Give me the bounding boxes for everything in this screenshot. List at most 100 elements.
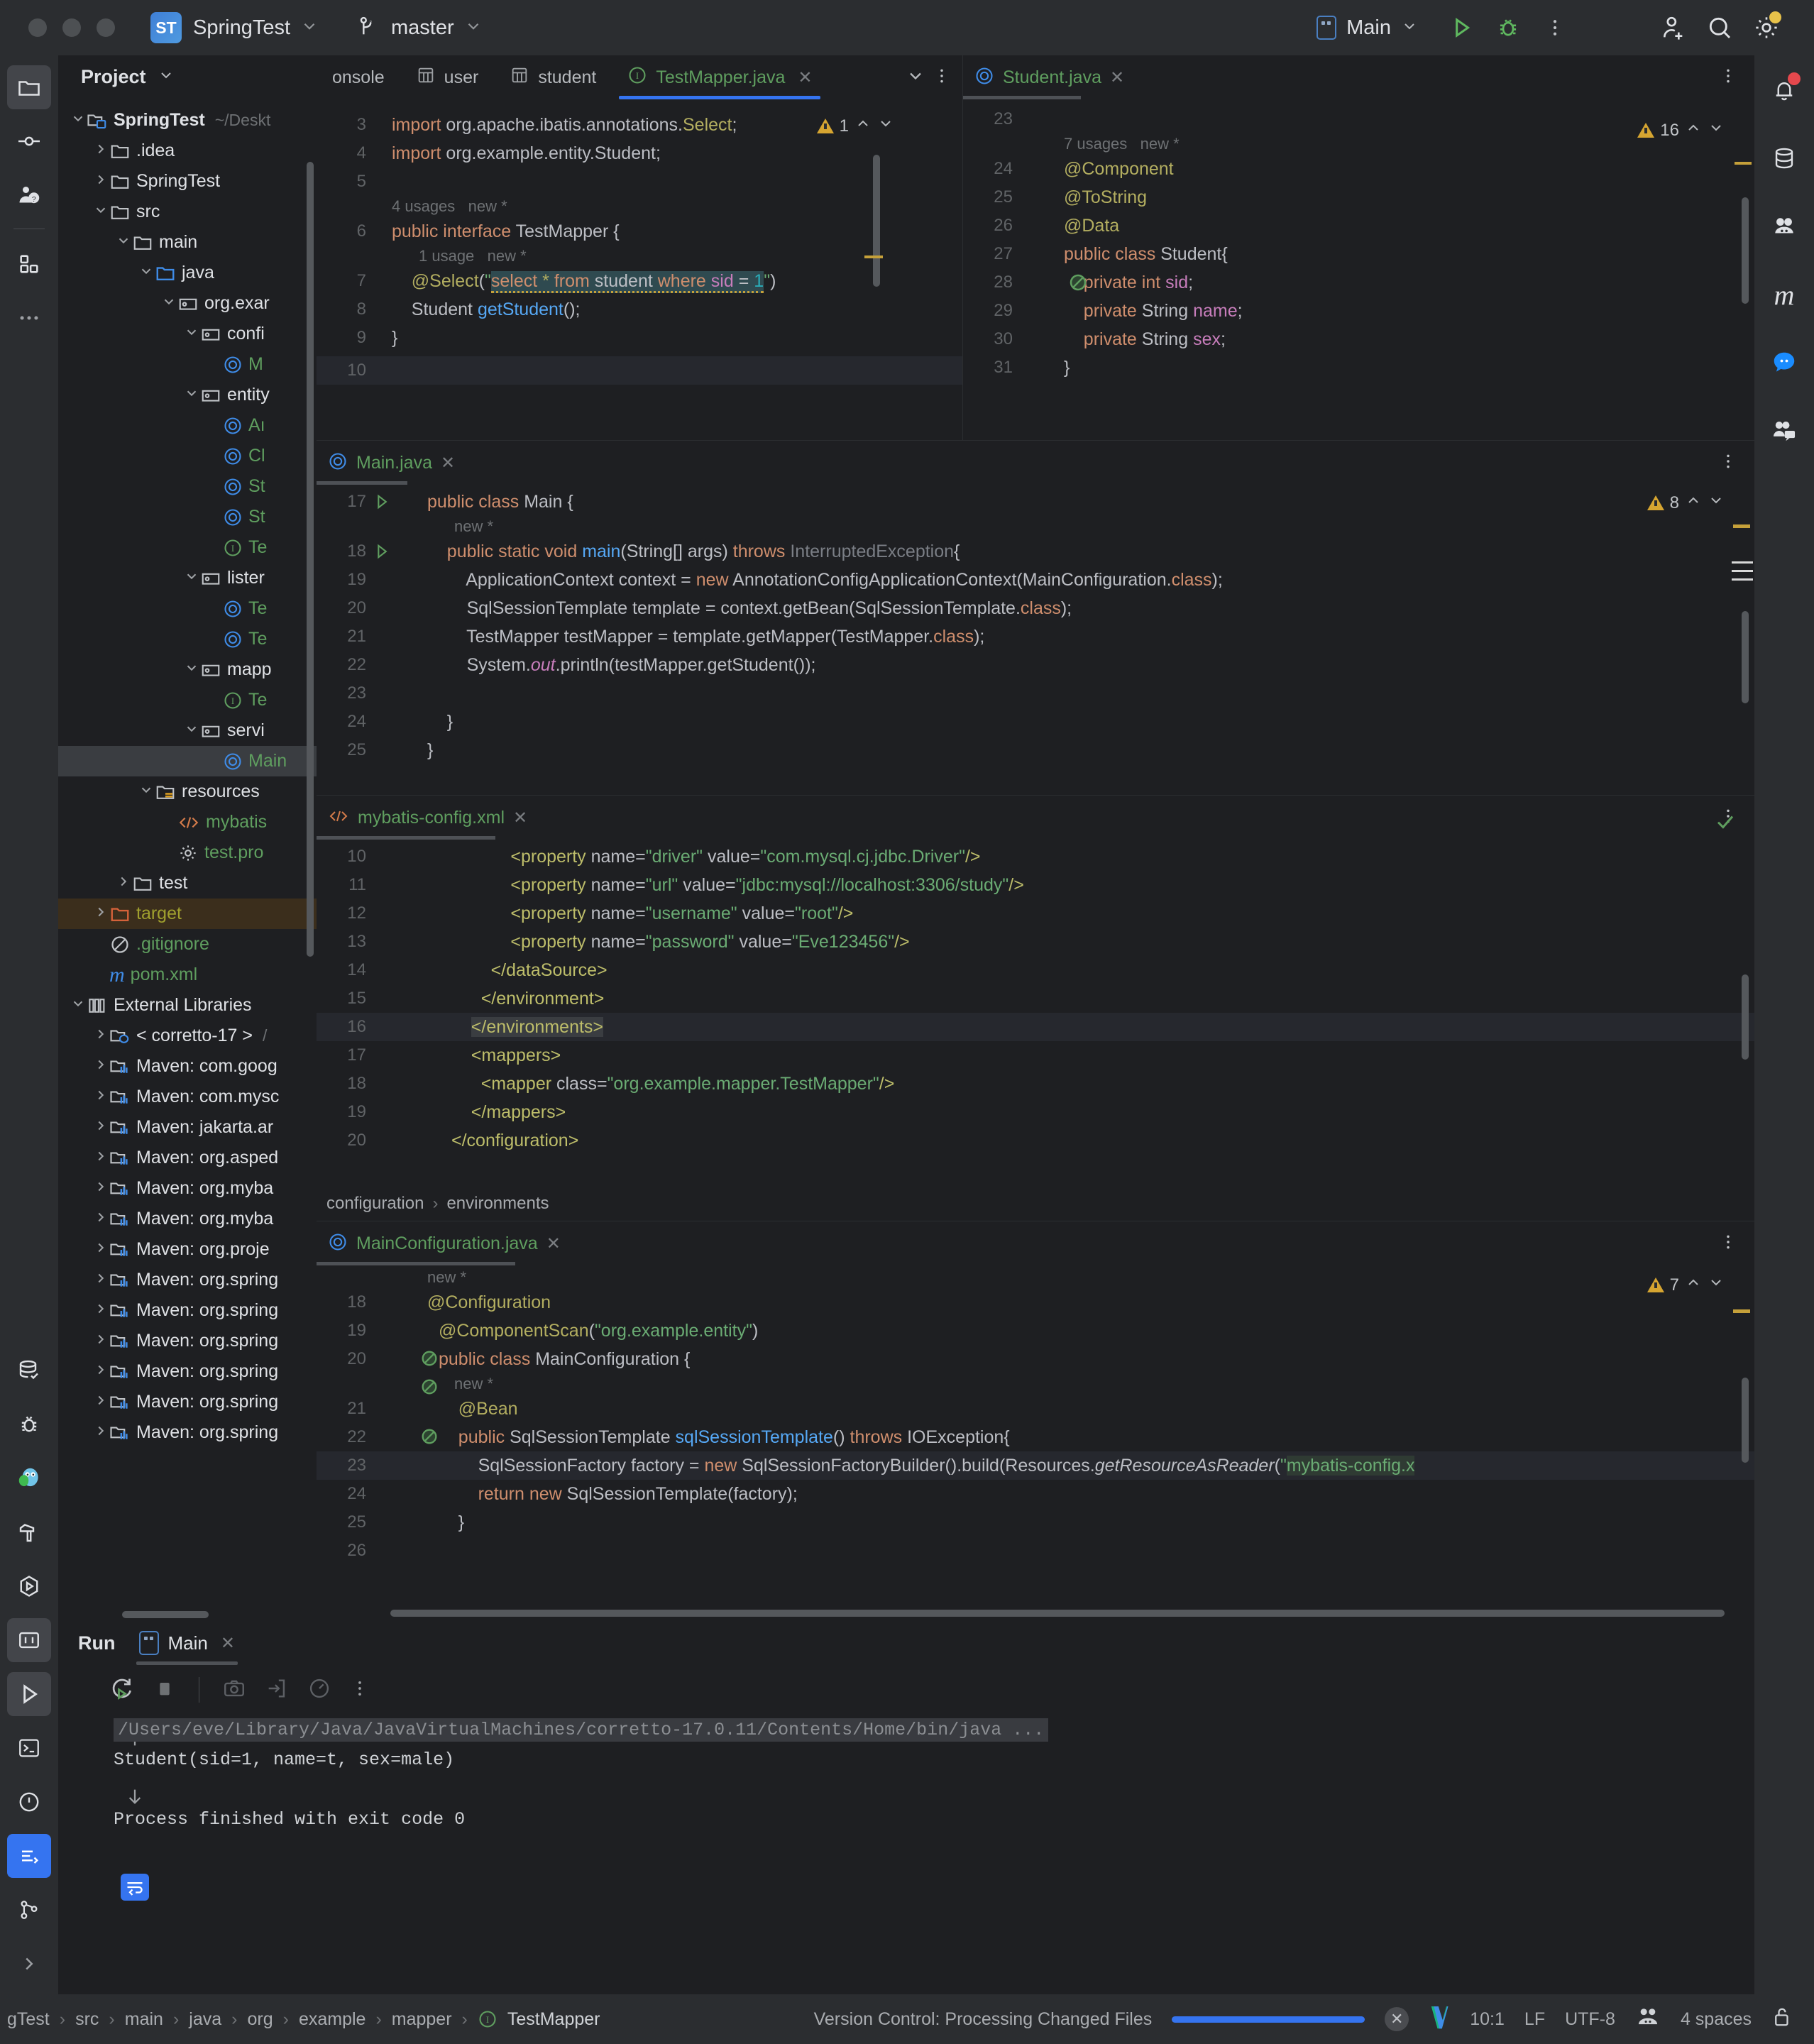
breadcrumb-item[interactable]: mapper xyxy=(392,2009,452,2030)
close-icon[interactable]: ✕ xyxy=(441,453,455,473)
breadcrumb-item[interactable]: java xyxy=(189,2009,221,2030)
tab-console[interactable]: onsole xyxy=(317,55,400,99)
next-problem-icon[interactable] xyxy=(1708,1274,1725,1296)
database-icon[interactable] xyxy=(1762,136,1806,180)
tree-item-target[interactable]: target xyxy=(58,899,317,929)
tree-item-mapp[interactable]: mapp xyxy=(58,654,317,685)
project-tree-scrollbar[interactable] xyxy=(307,162,314,957)
prev-problem-icon[interactable] xyxy=(1685,492,1702,514)
tab-user[interactable]: user xyxy=(400,55,495,99)
run-configuration-selector[interactable]: Main xyxy=(1316,16,1418,40)
chevron-down-icon[interactable] xyxy=(70,111,87,131)
run-gutter-icon[interactable] xyxy=(372,492,392,520)
next-problem-icon[interactable] xyxy=(1708,119,1725,141)
go-plugin-icon[interactable] xyxy=(7,1456,51,1500)
maximize-window-button[interactable] xyxy=(97,18,115,37)
tab-testmapper-java[interactable]: I TestMapper.java ✕ xyxy=(612,55,828,99)
settings-button[interactable] xyxy=(1743,4,1790,51)
encoding-label[interactable]: UTF-8 xyxy=(1565,2009,1615,2030)
tree-item-m[interactable]: M xyxy=(58,349,317,380)
chevron-down-icon[interactable] xyxy=(183,385,200,405)
tree-item-servi[interactable]: servi xyxy=(58,715,317,746)
tree-item-main[interactable]: main xyxy=(58,227,317,258)
next-problem-icon[interactable] xyxy=(877,115,894,137)
usages-hint[interactable]: new * xyxy=(317,516,1754,537)
editor-vscrollbar[interactable] xyxy=(1742,197,1749,304)
tree-item-cl[interactable]: Cl xyxy=(58,441,317,471)
chevron-right-icon[interactable] xyxy=(92,1118,109,1138)
editor-hscrollbar[interactable] xyxy=(390,1610,1725,1617)
tree-item-java[interactable]: java xyxy=(58,258,317,288)
console-output[interactable]: /Users/eve/Library/Java/JavaVirtualMachi… xyxy=(114,1715,1754,1994)
tab-label[interactable]: Main.java xyxy=(356,453,432,473)
chevron-down-icon[interactable] xyxy=(906,66,925,89)
tree-item-maven-org-myba[interactable]: Maven: org.myba xyxy=(58,1204,317,1234)
project-tree[interactable]: SpringTest ~/Deskt .idea SpringTest src main j… xyxy=(58,105,317,1448)
chevron-down-icon[interactable] xyxy=(1401,18,1418,38)
close-icon[interactable]: ✕ xyxy=(546,1233,561,1254)
editor-vscrollbar[interactable] xyxy=(873,155,880,287)
tree-item-maven-org-spring[interactable]: Maven: org.spring xyxy=(58,1326,317,1356)
tree-item-mybatis[interactable]: mybatis xyxy=(58,807,317,837)
stop-icon[interactable] xyxy=(153,1677,176,1703)
tree-item-main[interactable]: Main xyxy=(58,746,317,776)
chevron-down-icon[interactable] xyxy=(92,202,109,222)
breadcrumb-item[interactable]: example xyxy=(299,2009,366,2030)
warning-badge[interactable]: 8 xyxy=(1647,492,1725,514)
chevron-right-icon[interactable] xyxy=(92,1270,109,1290)
tree-item-maven-org-spring[interactable]: Maven: org.spring xyxy=(58,1295,317,1326)
chevron-down-icon[interactable] xyxy=(115,233,132,253)
terminal-alt-icon[interactable] xyxy=(7,1726,51,1770)
chevron-down-icon[interactable] xyxy=(158,67,175,87)
tree-item-lister[interactable]: lister xyxy=(58,563,317,593)
project-tree-hscrollbar[interactable] xyxy=(122,1611,209,1618)
tree-item-maven-org-spring[interactable]: Maven: org.spring xyxy=(58,1387,317,1417)
chevron-right-icon[interactable] xyxy=(92,1331,109,1351)
tree-item-te[interactable]: I Te xyxy=(58,685,317,715)
terminal-tool-icon[interactable] xyxy=(7,1618,51,1662)
more-vertical-icon[interactable] xyxy=(1719,67,1737,89)
run-button[interactable] xyxy=(1438,4,1485,51)
debug-button[interactable] xyxy=(1485,4,1532,51)
services-tool-icon[interactable] xyxy=(7,1564,51,1608)
chevron-down-icon[interactable] xyxy=(138,782,155,802)
branch-name-label[interactable]: master xyxy=(391,16,454,40)
tree-item-maven-jakarta-ar[interactable]: Maven: jakarta.ar xyxy=(58,1112,317,1143)
chevron-right-icon[interactable] xyxy=(115,874,132,894)
usages-hint[interactable]: 4 usages new * xyxy=(317,196,962,217)
chevron-right-icon[interactable] xyxy=(92,1057,109,1077)
tab-student[interactable]: student xyxy=(494,55,612,99)
chevron-right-icon[interactable] xyxy=(92,1026,109,1046)
chevron-right-icon[interactable] xyxy=(92,1148,109,1168)
chevron-down-icon[interactable] xyxy=(160,294,177,314)
project-name-label[interactable]: SpringTest xyxy=(193,16,290,40)
close-icon[interactable]: ✕ xyxy=(513,808,527,828)
chevron-right-icon[interactable] xyxy=(92,172,109,192)
usages-hint[interactable]: 7 usages new * xyxy=(963,133,1754,155)
tree-item-maven-org-myba[interactable]: Maven: org.myba xyxy=(58,1173,317,1204)
tree-item-maven-org-proje[interactable]: Maven: org.proje xyxy=(58,1234,317,1265)
project-tool-icon[interactable] xyxy=(7,65,51,109)
chevron-right-icon[interactable] xyxy=(92,904,109,924)
tree-item-springtest[interactable]: SpringTest ~/Deskt xyxy=(58,105,317,136)
expand-icon[interactable] xyxy=(7,1942,51,1986)
tab-label[interactable]: mybatis-config.xml xyxy=(358,808,505,828)
database-tool-icon[interactable] xyxy=(7,1348,51,1392)
tree-item-gitignore[interactable]: .gitignore xyxy=(58,929,317,960)
tree-item-test[interactable]: test xyxy=(58,868,317,899)
breadcrumb-item[interactable]: main xyxy=(125,2009,163,2030)
usages-hint[interactable]: new * xyxy=(317,1267,1754,1288)
chevron-down-icon[interactable] xyxy=(183,568,200,588)
tree-item-pom-xml[interactable]: m pom.xml xyxy=(58,960,317,990)
commit-tool-icon[interactable] xyxy=(7,119,51,163)
prev-problem-icon[interactable] xyxy=(1685,119,1702,141)
bean-gutter-icon[interactable] xyxy=(1018,243,1089,330)
code-with-me-icon[interactable] xyxy=(1762,409,1806,453)
tree-item-maven-com-mysc[interactable]: Maven: com.mysc xyxy=(58,1082,317,1112)
breadcrumb-item[interactable]: org xyxy=(247,2009,273,2030)
tree-item-st[interactable]: St xyxy=(58,502,317,532)
export-icon[interactable] xyxy=(265,1676,289,1704)
add-user-button[interactable] xyxy=(1649,4,1696,51)
chevron-down-icon[interactable] xyxy=(183,324,200,344)
chevron-right-icon[interactable] xyxy=(92,141,109,161)
